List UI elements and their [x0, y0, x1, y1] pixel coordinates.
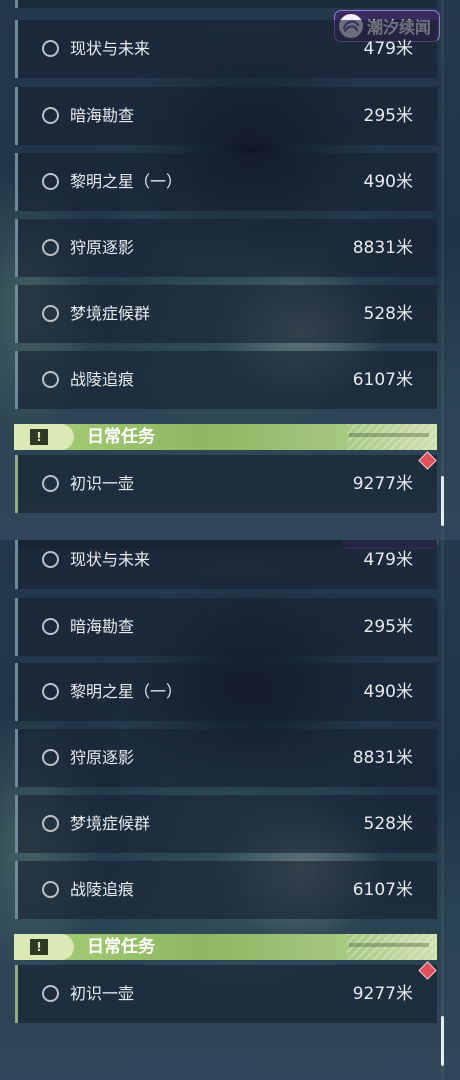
scrollbar-track — [441, 540, 444, 1080]
quest-row[interactable]: 梦境症候群 528米 — [15, 795, 437, 853]
radio-circle-icon — [42, 305, 59, 322]
quest-distance: 9277米 — [352, 984, 413, 1004]
quest-row[interactable]: 黎明之星（一） 490米 — [15, 663, 437, 721]
quest-distance: 8831米 — [352, 238, 413, 258]
radio-circle-icon — [42, 985, 59, 1002]
radio-circle-icon — [42, 475, 59, 492]
radio-circle-icon — [42, 881, 59, 898]
quest-name: 暗海勘查 — [70, 106, 135, 125]
quest-name: 现状与未来 — [70, 550, 151, 569]
quest-name: 暗海勘查 — [70, 617, 135, 636]
exclamation-icon: ! — [30, 429, 48, 445]
daily-quest-row[interactable]: 初识一壶 9277米 — [15, 965, 437, 1023]
quest-name: 战陵追痕 — [70, 880, 135, 899]
quest-row[interactable]: 暗海勘查 295米 — [15, 87, 437, 145]
scrollbar-thumb[interactable] — [441, 1016, 444, 1066]
radio-circle-icon — [42, 173, 59, 190]
quest-distance: 528米 — [363, 814, 413, 834]
radio-circle-icon — [42, 815, 59, 832]
quest-row[interactable]: 战陵追痕 6107米 — [15, 351, 437, 409]
section-icon-box: ! — [14, 424, 74, 450]
quest-row[interactable]: 狩原逐影 8831米 — [15, 729, 437, 787]
decorative-bar — [349, 433, 429, 437]
quest-distance: 295米 — [363, 617, 413, 637]
quest-distance: 6107米 — [352, 880, 413, 900]
scrollbar-track — [441, 0, 444, 540]
radio-circle-icon — [42, 239, 59, 256]
quest-name: 现状与未来 — [70, 39, 151, 58]
quest-row[interactable]: 黎明之星（一） 490米 — [15, 153, 437, 211]
quest-name: 黎明之星（一） — [70, 172, 183, 191]
quest-distance: 490米 — [363, 172, 413, 192]
radio-circle-icon — [42, 371, 59, 388]
quest-row[interactable]: 狩原逐影 8831米 — [15, 219, 437, 277]
quest-distance: 490米 — [363, 682, 413, 702]
quest-distance: 295米 — [363, 106, 413, 126]
decorative-stripe — [347, 424, 437, 450]
quest-name: 梦境症候群 — [70, 304, 151, 323]
radio-circle-icon — [42, 683, 59, 700]
quest-row[interactable]: 战陵追痕 6107米 — [15, 861, 437, 919]
quest-distance: 479米 — [363, 39, 413, 59]
daily-quest-row[interactable]: 初识一壶 9277米 — [15, 455, 437, 513]
decorative-bar — [349, 943, 429, 947]
section-title: 日常任务 — [87, 937, 155, 957]
radio-circle-icon — [42, 40, 59, 57]
quest-name: 战陵追痕 — [70, 370, 135, 389]
decorative-stripe — [347, 934, 437, 960]
quest-name: 狩原逐影 — [70, 748, 135, 767]
quest-row[interactable]: 暗海勘查 295米 — [15, 598, 437, 656]
radio-circle-icon — [42, 618, 59, 635]
scrollbar-thumb[interactable] — [441, 476, 444, 526]
quest-distance: 6107米 — [352, 370, 413, 390]
section-icon-box: ! — [14, 934, 74, 960]
exclamation-icon: ! — [30, 939, 48, 955]
quest-row[interactable]: 现状与未来 479米 — [15, 540, 437, 589]
quest-panel-top: 潮汐续闻 现状与未来 479米 暗海勘查 295米 黎明之星（一） 490米 狩… — [0, 0, 460, 540]
quest-name: 梦境症候群 — [70, 814, 151, 833]
quest-panel-bottom: 现状与未来 479米 暗海勘查 295米 黎明之星（一） 490米 狩原逐影 8… — [0, 540, 460, 1080]
radio-circle-icon — [42, 749, 59, 766]
quest-name: 黎明之星（一） — [70, 682, 183, 701]
section-title: 日常任务 — [87, 427, 155, 447]
quest-row[interactable]: 现状与未来 479米 — [15, 20, 437, 78]
quest-name: 初识一壶 — [70, 984, 135, 1003]
quest-distance: 479米 — [363, 550, 413, 570]
quest-distance: 9277米 — [352, 474, 413, 494]
radio-circle-icon — [42, 551, 59, 568]
quest-row[interactable]: 梦境症候群 528米 — [15, 285, 437, 343]
list-item-partial — [15, 0, 437, 8]
quest-distance: 528米 — [363, 304, 413, 324]
radio-circle-icon — [42, 107, 59, 124]
quest-distance: 8831米 — [352, 748, 413, 768]
quest-name: 初识一壶 — [70, 474, 135, 493]
section-header-daily: ! 日常任务 — [14, 934, 437, 960]
quest-name: 狩原逐影 — [70, 238, 135, 257]
section-header-daily: ! 日常任务 — [14, 424, 437, 450]
